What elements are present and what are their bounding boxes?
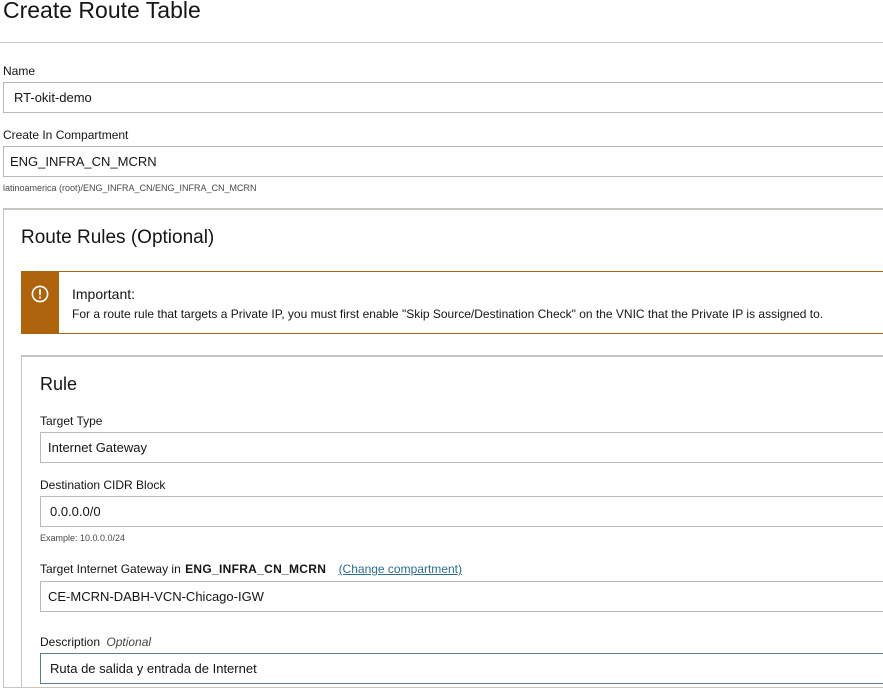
destination-cidr-example: Example: 10.0.0.0/24 <box>40 533 126 543</box>
name-label: Name <box>3 64 36 78</box>
alert-stripe <box>22 272 59 333</box>
rule-title: Rule <box>40 374 78 394</box>
alert-body: For a route rule that targets a Private … <box>72 307 824 321</box>
destination-cidr-input[interactable] <box>40 496 883 527</box>
page-title: Create Route Table <box>3 0 201 23</box>
target-gateway-compartment: ENG_INFRA_CN_MCRN <box>185 562 327 576</box>
target-gateway-label-row: Target Internet Gateway in ENG_INFRA_CN_… <box>40 562 462 576</box>
change-compartment-link[interactable]: (Change compartment) <box>339 562 462 576</box>
exclamation-circle-icon <box>31 285 49 303</box>
description-label-row: Description Optional <box>40 635 151 649</box>
compartment-label: Create In Compartment <box>3 128 129 142</box>
target-type-label: Target Type <box>40 414 103 428</box>
compartment-select[interactable] <box>3 146 883 177</box>
target-type-select[interactable] <box>40 432 883 463</box>
alert-heading: Important: <box>72 286 136 302</box>
target-gateway-label: Target Internet Gateway in <box>40 562 181 576</box>
description-input[interactable] <box>40 653 883 684</box>
target-gateway-select[interactable] <box>40 581 883 612</box>
name-input[interactable] <box>3 82 883 113</box>
compartment-path: latinoamerica (root)/ENG_INFRA_CN/ENG_IN… <box>3 183 257 193</box>
important-alert: Important: For a route rule that targets… <box>21 271 883 334</box>
description-optional-tag: Optional <box>106 635 152 649</box>
destination-cidr-label: Destination CIDR Block <box>40 478 166 492</box>
title-divider <box>0 42 883 43</box>
description-label: Description <box>40 635 101 649</box>
route-rules-title: Route Rules (Optional) <box>21 227 215 248</box>
